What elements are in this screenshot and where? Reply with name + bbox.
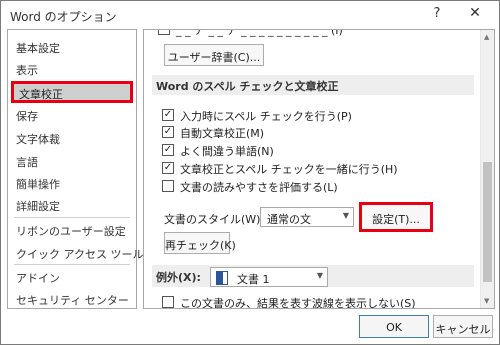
sidebar-item-proofing[interactable]: 文章校正	[11, 81, 133, 103]
chevron-down-icon: ▼	[316, 271, 323, 280]
sidebar-item-typography[interactable]: 文字体裁	[16, 131, 60, 147]
option-label: よく間違う単語(N)	[180, 145, 274, 158]
vertical-scrollbar[interactable]: ▲ ▼	[480, 30, 494, 308]
button-label: キャンセル	[435, 323, 491, 336]
sidebar-item-advanced[interactable]: 詳細設定	[16, 198, 60, 214]
button-label: 再チェック(K)	[165, 239, 236, 252]
word-options-dialog: Word のオプション ? ✕ 基本設定 表示 文章校正 保存 文字体裁 言語 …	[0, 0, 500, 345]
sidebar-item-accessibility[interactable]: 簡単操作	[16, 176, 60, 192]
writing-style-label: 文書のスタイル(W):	[164, 213, 265, 226]
select-value: 通常の文	[267, 213, 311, 226]
close-icon[interactable]: ✕	[466, 5, 484, 21]
option-label: この文書のみ、結果を表す波線を表示しない(S)	[180, 297, 416, 309]
option-label: 自動文章校正(M)	[180, 127, 265, 140]
select-value: 文書 1	[237, 273, 270, 286]
spellcheck-section-header: Word のスペル チェックと文章校正	[152, 75, 474, 95]
sidebar-item-general[interactable]: 基本設定	[16, 40, 60, 56]
scroll-up-icon[interactable]: ▲	[484, 33, 489, 41]
sidebar-divider	[14, 264, 130, 265]
scroll-thumb[interactable]	[483, 162, 492, 282]
option-label: 文書の読みやすさを評価する(L)	[180, 181, 338, 194]
content-pane: _ _ ア _ _ ア _ _ _ _ _ _ _ _ _ _ (I) ユーザー…	[143, 29, 495, 309]
checkbox[interactable]: ✓	[162, 144, 174, 156]
checkbox[interactable]	[162, 180, 174, 192]
sidebar-item-save[interactable]: 保存	[16, 108, 38, 124]
sidebar-divider	[14, 217, 130, 218]
option-label: 入力時にスペル チェックを行う(P)	[180, 110, 352, 123]
chevron-down-icon: ▼	[342, 211, 349, 220]
settings-button[interactable]: 設定(T)...	[359, 202, 433, 232]
checkbox[interactable]: ✓	[162, 162, 174, 174]
scroll-down-icon[interactable]: ▼	[484, 297, 489, 305]
user-dictionary-button[interactable]: ユーザー辞書(C)...	[164, 44, 264, 66]
checkbox[interactable]: ✓	[162, 109, 174, 121]
button-label: 設定(T)...	[372, 213, 420, 226]
button-label: ユーザー辞書(C)...	[167, 51, 261, 64]
exceptions-document-select[interactable]: 文書 1 ▼	[210, 267, 328, 287]
recheck-document-button[interactable]: 再チェック(K)	[164, 232, 236, 254]
help-icon[interactable]: ?	[429, 6, 445, 21]
sidebar: 基本設定 表示 文章校正 保存 文字体裁 言語 簡単操作 詳細設定 リボンのユー…	[7, 29, 169, 309]
checkbox[interactable]	[158, 30, 170, 35]
button-label: OK	[386, 321, 402, 334]
cancel-button[interactable]: キャンセル	[433, 315, 493, 338]
option-label: _ _ ア _ _ ア _ _ _ _ _ _ _ _ _ _ (I)	[176, 29, 343, 37]
writing-style-select[interactable]: 通常の文 ▼	[260, 207, 354, 227]
word-document-icon	[216, 271, 228, 285]
sidebar-item-trust-center[interactable]: セキュリティ センター	[16, 292, 129, 308]
option-label: 文章校正とスペル チェックを一緒に行う(H)	[180, 163, 398, 176]
sidebar-item-language[interactable]: 言語	[16, 154, 38, 170]
sidebar-item-display[interactable]: 表示	[16, 62, 38, 78]
checkbox[interactable]	[162, 296, 174, 308]
ok-button[interactable]: OK	[359, 315, 429, 338]
exceptions-label: 例外(X):	[156, 271, 201, 284]
title-bar: Word のオプション ? ✕	[1, 1, 499, 29]
sidebar-item-customize-ribbon[interactable]: リボンのユーザー設定	[16, 223, 126, 239]
sidebar-item-addins[interactable]: アドイン	[16, 270, 60, 286]
window-title: Word のオプション	[10, 10, 117, 24]
checkbox[interactable]: ✓	[162, 126, 174, 138]
